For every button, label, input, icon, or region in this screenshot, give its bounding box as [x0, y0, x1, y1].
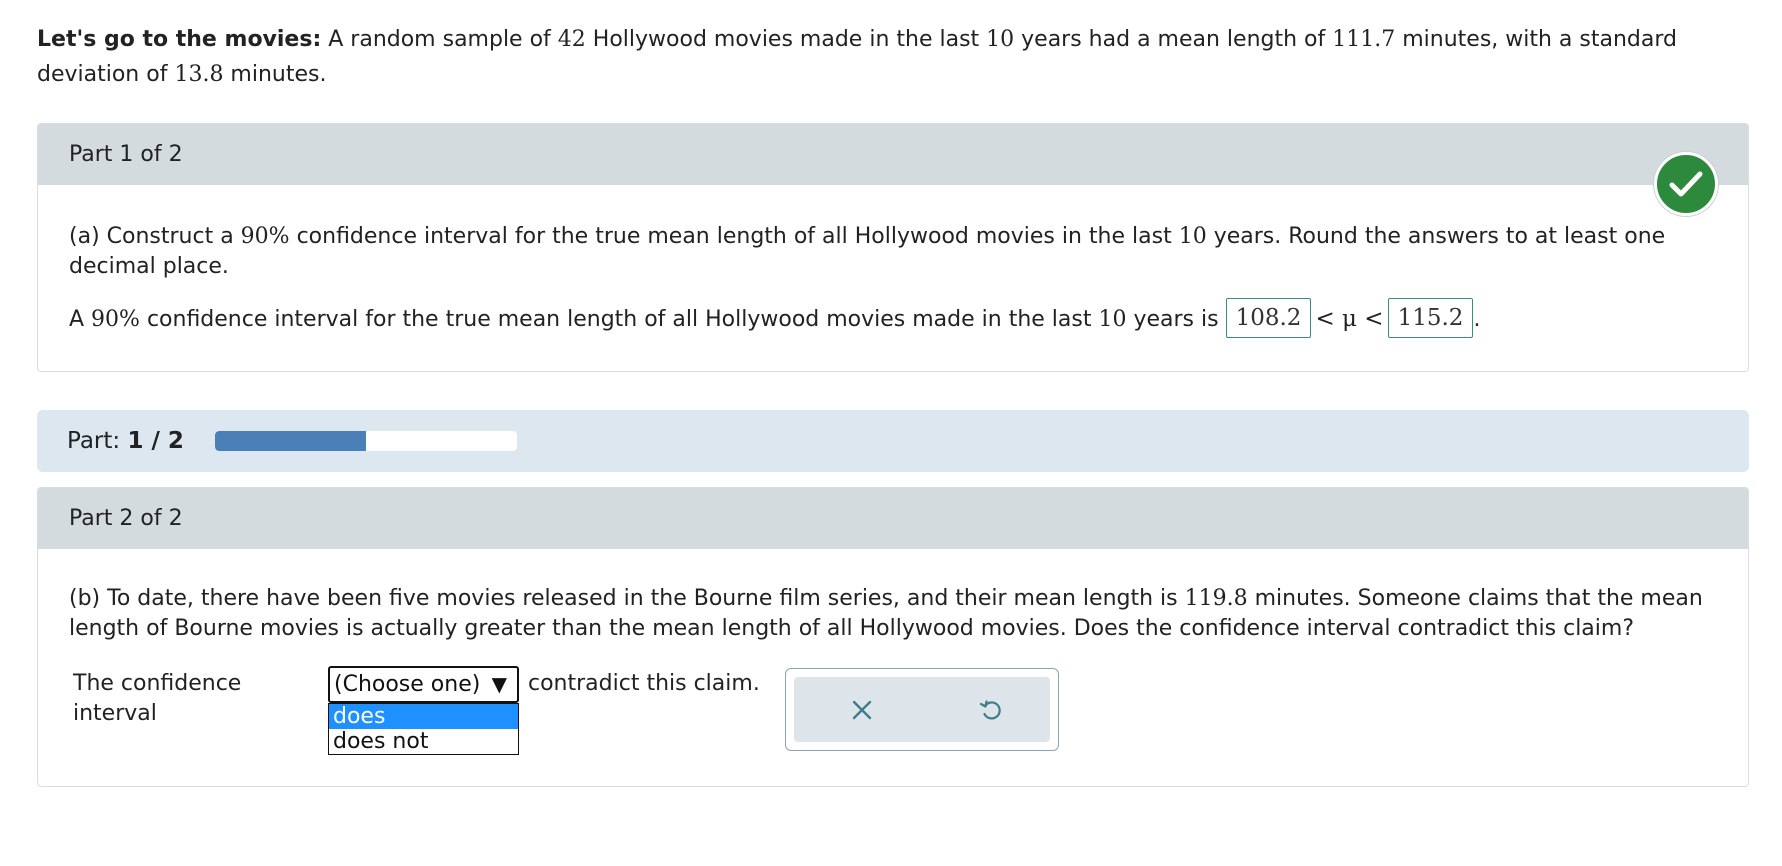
mu-inequality: < μ < — [1315, 306, 1384, 332]
progress-fill — [215, 431, 366, 451]
part1-card: Part 1 of 2 (a) Construct a 90% confiden… — [37, 123, 1749, 372]
part2-question: (b) To date, there have been five movies… — [69, 584, 1719, 644]
mean-value: 111.7 — [1332, 27, 1396, 52]
lower-bound-input[interactable]: 108.2 — [1225, 298, 1312, 338]
answer-text: A — [69, 307, 92, 332]
part1-header: Part 1 of 2 — [38, 124, 1748, 185]
progress-value: 1 / 2 — [127, 428, 184, 454]
close-icon[interactable] — [847, 695, 877, 725]
progress-label: Part: 1 / 2 — [67, 410, 184, 472]
dropdown-list: does does not — [328, 703, 519, 755]
intro-lead: Let's go to the movies: — [37, 27, 322, 52]
answer-tools — [785, 668, 1059, 751]
part-progress: Part: 1 / 2 — [37, 410, 1749, 472]
part1-question: (a) Construct a 90% confidence interval … — [69, 222, 1719, 282]
problem-intro: Let's go to the movies: A random sample … — [37, 22, 1749, 92]
chevron-down-icon: ▼ — [491, 672, 507, 696]
part2-header: Part 2 of 2 — [38, 488, 1748, 549]
intro-text: A random sample of — [321, 27, 558, 52]
answer-suffix: contradict this claim. — [528, 671, 760, 696]
bourne-mean: 119.8 — [1184, 586, 1248, 611]
tool-bar — [794, 677, 1050, 742]
years-value: 10 — [986, 27, 1015, 52]
answer-period: . — [1473, 307, 1481, 332]
answer-text: confidence interval for the true mean le… — [139, 307, 1099, 332]
intro-text: minutes. — [223, 62, 327, 87]
option-does[interactable]: does — [329, 704, 518, 729]
confidence-level: 90% — [240, 224, 290, 249]
part2-card: Part 2 of 2 (b) To date, there have been… — [37, 487, 1749, 787]
answer-text: years is — [1126, 307, 1226, 332]
undo-icon[interactable] — [976, 695, 1006, 725]
progress-track — [215, 431, 517, 451]
upper-bound-input[interactable]: 115.2 — [1387, 298, 1474, 338]
question-text: (a) Construct a — [69, 224, 241, 249]
sd-value: 13.8 — [174, 62, 224, 87]
progress-label-text: Part: — [67, 428, 121, 454]
years-value: 10 — [1098, 307, 1127, 332]
intro-text: Hollywood movies made in the last — [585, 27, 987, 52]
check-icon — [1654, 152, 1718, 216]
sample-size: 42 — [557, 27, 586, 52]
confidence-level: 90% — [91, 307, 140, 332]
select-value: (Choose one) — [334, 672, 481, 697]
years-value: 10 — [1178, 224, 1207, 249]
question-text: confidence interval for the true mean le… — [289, 224, 1179, 249]
answer-prefix: The confidence interval — [73, 671, 242, 726]
intro-text: years had a mean length of — [1014, 27, 1333, 52]
option-does-not[interactable]: does not — [329, 729, 518, 754]
answer-select[interactable]: (Choose one) ▼ — [328, 666, 519, 703]
part1-answer-line: A 90% confidence interval for the true m… — [69, 298, 1719, 340]
question-text: (b) To date, there have been five movies… — [69, 586, 1185, 611]
